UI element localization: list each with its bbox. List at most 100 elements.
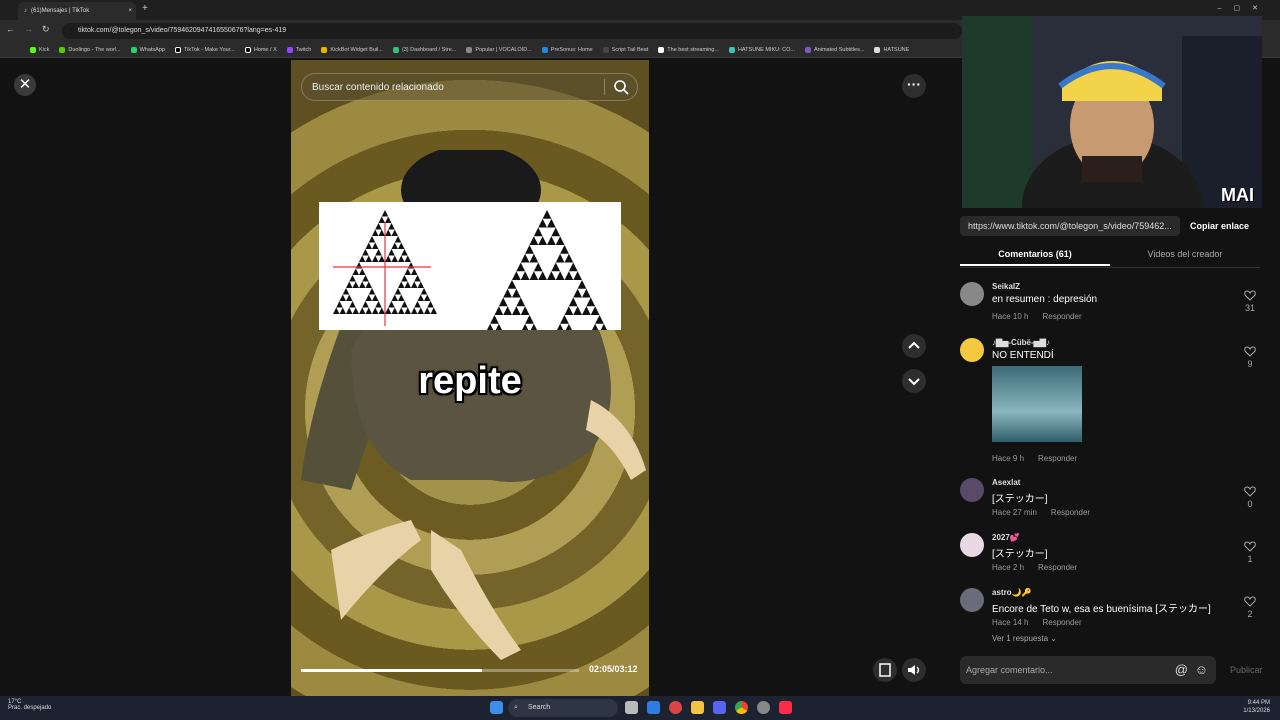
like-button[interactable]: 0 xyxy=(1240,486,1260,509)
reply-button[interactable]: Responder xyxy=(1038,454,1077,463)
windows-start-icon[interactable] xyxy=(490,701,503,714)
bookmark-item[interactable]: HATSUNE MIKU: CO... xyxy=(728,46,795,53)
avatar[interactable] xyxy=(960,338,984,362)
bookmark-item[interactable]: Popular | VOCALOID... xyxy=(466,46,532,53)
emoji-icon[interactable]: ☺ xyxy=(1195,656,1208,684)
like-button[interactable]: 1 xyxy=(1240,541,1260,564)
comment-sticker-image[interactable] xyxy=(992,366,1082,442)
comment-username[interactable]: 2027💕 xyxy=(992,533,1020,542)
app-icon[interactable] xyxy=(647,701,660,714)
bookmark-item[interactable]: Animated Subtitles... xyxy=(805,46,864,53)
bookmark-item[interactable]: KickBot Widget Buil... xyxy=(321,46,383,53)
avatar[interactable] xyxy=(960,588,984,612)
new-tab-icon[interactable]: + xyxy=(142,3,148,14)
bookmark-label: Script Tail Beat xyxy=(611,46,649,53)
comment-text: [ステッカー] xyxy=(992,494,1048,505)
task-view-icon[interactable] xyxy=(625,701,638,714)
heart-icon xyxy=(1244,346,1256,357)
bookmark-label: HATSUNE xyxy=(883,46,910,53)
search-placeholder: Buscar contenido relacionado xyxy=(312,82,444,93)
close-tab-icon[interactable]: × xyxy=(128,8,132,14)
bookmark-label: The best streaming... xyxy=(667,46,719,53)
app-icon[interactable] xyxy=(669,701,682,714)
video-time: 02:05/03:12 xyxy=(589,664,638,674)
share-link-bar: https://www.tiktok.com/@tolegon_s/video/… xyxy=(960,216,1270,236)
url-text: tiktok.com/@tolegon_s/video/759462094741… xyxy=(78,27,287,34)
related-search-input[interactable]: Buscar contenido relacionado xyxy=(301,73,638,101)
bookmark-item[interactable]: Home / X xyxy=(244,46,277,53)
bookmark-item[interactable]: Twitch xyxy=(286,46,311,53)
reply-button[interactable]: Responder xyxy=(1051,508,1090,517)
tab-creator-videos[interactable]: Videos del creador xyxy=(1110,244,1260,264)
taskbar-clock[interactable]: 9:44 PM 1/13/2026 xyxy=(1243,699,1270,715)
view-replies-link[interactable]: Ver 1 respuesta ⌄ xyxy=(992,634,1057,643)
more-options-button[interactable]: ··· xyxy=(902,74,926,98)
add-comment-input[interactable]: Agregar comentario... @ ☺ xyxy=(960,656,1216,684)
bookmark-item[interactable]: WhatsApp xyxy=(130,46,165,53)
bookmark-item[interactable]: TikTok - Make Your... xyxy=(174,46,235,53)
taskbar-search[interactable]: ⌕ Search xyxy=(508,699,618,717)
pip-icon xyxy=(879,663,891,677)
bookmark-label: Home / X xyxy=(253,46,277,53)
bookmark-item[interactable]: The best streaming... xyxy=(658,46,719,53)
panel-tabs: Comentarios (61) Videos del creador xyxy=(960,244,1260,268)
bookmark-item[interactable]: Kick xyxy=(30,46,49,53)
volume-button[interactable] xyxy=(902,658,926,682)
bookmark-item[interactable]: PreSonus: Home xyxy=(541,46,593,53)
comment-meta: Hace 14 h Responder xyxy=(992,618,1096,627)
like-count: 0 xyxy=(1247,499,1253,509)
reply-button[interactable]: Responder xyxy=(1038,563,1077,572)
close-icon[interactable]: ✕ xyxy=(14,74,36,96)
comment-meta: Hace 10 h Responder xyxy=(992,312,1096,321)
avatar[interactable] xyxy=(960,533,984,557)
tiktok-icon: ♪ xyxy=(24,8,27,14)
discord-icon[interactable] xyxy=(713,701,726,714)
forward-icon[interactable]: → xyxy=(24,24,33,34)
chrome-icon[interactable] xyxy=(735,701,748,714)
comment-username[interactable]: astro🌙🔑 xyxy=(992,588,1031,597)
search-icon[interactable] xyxy=(613,79,629,95)
video-caption: repite xyxy=(418,360,522,402)
like-button[interactable]: 2 xyxy=(1240,596,1260,619)
browser-tab[interactable]: ♪ (61)Mensajes | TikTok × xyxy=(18,2,136,20)
app-icon[interactable] xyxy=(757,701,770,714)
bookmark-item[interactable]: (3) Dashboard / Stre... xyxy=(392,46,456,53)
previous-video-button[interactable] xyxy=(902,334,926,358)
comment-time: Hace 14 h xyxy=(992,618,1029,627)
video-progress-bar[interactable] xyxy=(301,669,579,672)
comment-item: Asexlat [ステッカー] Hace 27 min Responder 0 xyxy=(960,478,1260,522)
bookmark-label: PreSonus: Home xyxy=(550,46,593,53)
reply-button[interactable]: Responder xyxy=(1042,618,1081,627)
like-button[interactable]: 9 xyxy=(1240,346,1260,369)
url-field[interactable]: tiktok.com/@tolegon_s/video/759462094741… xyxy=(62,23,962,39)
file-explorer-icon[interactable] xyxy=(691,701,704,714)
bookmark-item[interactable]: Duolingo - The worl... xyxy=(59,46,121,53)
bookmark-item[interactable]: Script Tail Beat xyxy=(602,46,649,53)
comment-username[interactable]: Asexlat xyxy=(992,478,1020,487)
like-button[interactable]: 31 xyxy=(1240,290,1260,313)
weather-widget[interactable]: 17°C Prac. despejado xyxy=(8,699,51,711)
back-icon[interactable]: ← xyxy=(6,24,15,34)
avatar[interactable] xyxy=(960,478,984,502)
publish-button[interactable]: Publicar xyxy=(1230,656,1263,684)
mention-icon[interactable]: @ xyxy=(1175,656,1188,684)
reload-icon[interactable]: ↻ xyxy=(42,24,50,35)
bookmark-item[interactable]: HATSUNE xyxy=(874,46,910,53)
window-controls[interactable]: –▢✕ xyxy=(1218,4,1270,12)
avatar[interactable] xyxy=(960,282,984,306)
tab-comments[interactable]: Comentarios (61) xyxy=(960,244,1110,266)
like-count: 31 xyxy=(1244,303,1255,313)
next-video-button[interactable] xyxy=(902,369,926,393)
music-app-icon[interactable] xyxy=(779,701,792,714)
share-url-field[interactable]: https://www.tiktok.com/@tolegon_s/video/… xyxy=(960,216,1180,236)
comment-username[interactable]: ♪▇▅-Cübë-▅▇♪ xyxy=(992,338,1050,347)
like-count: 1 xyxy=(1247,554,1253,564)
copy-link-button[interactable]: Copiar enlace xyxy=(1190,216,1249,236)
comment-username[interactable]: SeikaIZ xyxy=(992,282,1020,291)
miniplayer-button[interactable] xyxy=(873,658,897,682)
video-player[interactable]: Buscar contenido relacionado repite 02:0… xyxy=(291,60,649,696)
search-divider xyxy=(604,79,605,95)
reply-button[interactable]: Responder xyxy=(1042,312,1081,321)
heart-icon xyxy=(1244,290,1256,301)
comment-meta: Hace 27 min Responder xyxy=(992,508,1104,517)
